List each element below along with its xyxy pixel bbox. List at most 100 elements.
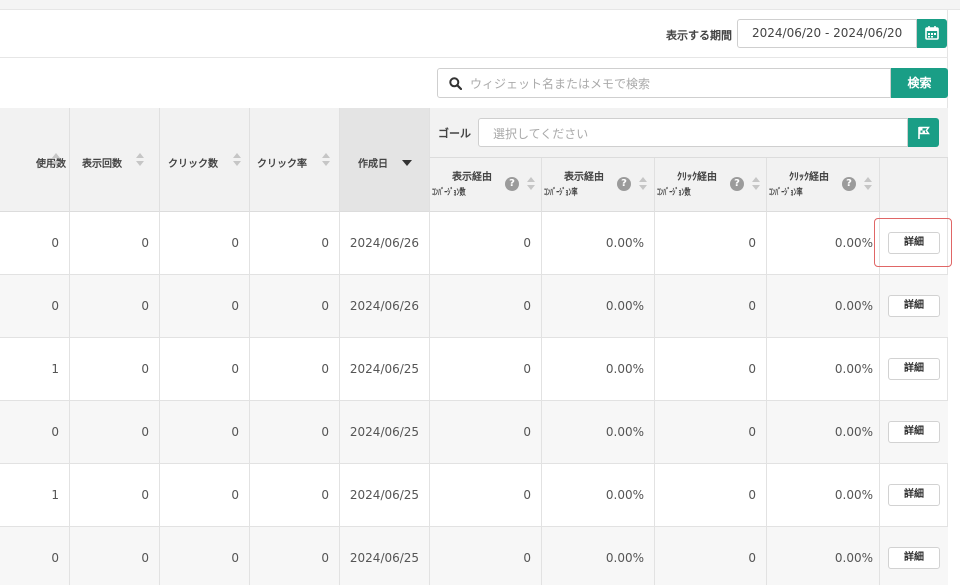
detail-button[interactable]: 詳細 bbox=[888, 421, 940, 443]
sort-icon bbox=[233, 153, 241, 167]
period-calendar-button[interactable] bbox=[917, 19, 947, 48]
detail-button[interactable]: 詳細 bbox=[888, 295, 940, 317]
cell-created: 2024/06/25 bbox=[340, 401, 430, 463]
cell-view-conversion-rate: 0.00% bbox=[542, 275, 655, 337]
cell-actions: 詳細 bbox=[880, 275, 948, 337]
cell-ctr: 0 bbox=[250, 212, 340, 274]
cell-click-conversion-count: 0 bbox=[655, 401, 767, 463]
column-label-line2: ｺﾝﾊﾞｰｼﾞｮﾝ数 bbox=[432, 188, 466, 198]
cell-view-conversion-rate: 0.00% bbox=[542, 338, 655, 400]
cell-clicks: 0 bbox=[160, 527, 250, 585]
cell-ctr: 0 bbox=[250, 527, 340, 585]
cell-actions: 詳細 bbox=[880, 464, 948, 526]
cell-ctr: 0 bbox=[250, 401, 340, 463]
column-header-actions bbox=[880, 158, 948, 212]
cell-ctr: 0 bbox=[250, 464, 340, 526]
cell-click-conversion-count: 0 bbox=[655, 464, 767, 526]
column-header-ctr[interactable]: クリック率 bbox=[250, 108, 340, 212]
sort-icon bbox=[527, 177, 535, 191]
cell-view-conversion-rate: 0.00% bbox=[542, 401, 655, 463]
help-icon[interactable]: ? bbox=[505, 177, 519, 191]
search-icon bbox=[449, 77, 462, 90]
column-label-line1: 表示経由 bbox=[452, 172, 492, 183]
table-row: 0 0 0 0 2024/06/25 0 0.00% 0 0.00% 詳細 bbox=[0, 527, 948, 585]
cell-click-conversion-rate: 0.00% bbox=[767, 212, 880, 274]
cell-created: 2024/06/25 bbox=[340, 338, 430, 400]
column-header-click-conversion-rate[interactable]: ｸﾘｯｸ経由 ｺﾝﾊﾞｰｼﾞｮﾝ率 ? bbox=[767, 158, 880, 212]
search-placeholder: ウィジェット名またはメモで検索 bbox=[470, 77, 651, 91]
cell-click-conversion-rate: 0.00% bbox=[767, 401, 880, 463]
help-icon[interactable]: ? bbox=[617, 177, 631, 191]
column-label-clicks: クリック数 bbox=[168, 159, 218, 170]
cell-impressions: 0 bbox=[70, 275, 160, 337]
cell-impressions: 0 bbox=[70, 464, 160, 526]
column-label-ctr: クリック率 bbox=[257, 159, 307, 170]
sort-icon bbox=[136, 153, 144, 167]
table-row: 0 0 0 0 2024/06/26 0 0.00% 0 0.00% 詳細 bbox=[0, 275, 948, 338]
sort-icon bbox=[52, 153, 60, 167]
period-filter-row: 表示する期間 2024/06/20 - 2024/06/20 bbox=[0, 10, 948, 58]
cell-usage: 0 bbox=[0, 401, 70, 463]
cell-view-conversion-count: 0 bbox=[430, 464, 542, 526]
cell-view-conversion-rate: 0.00% bbox=[542, 212, 655, 274]
calendar-icon bbox=[925, 26, 939, 40]
detail-button[interactable]: 詳細 bbox=[888, 358, 940, 380]
cell-view-conversion-count: 0 bbox=[430, 212, 542, 274]
cell-actions: 詳細 bbox=[880, 401, 948, 463]
cell-click-conversion-count: 0 bbox=[655, 527, 767, 585]
highlight-box bbox=[874, 218, 952, 267]
cell-actions: 詳細 bbox=[880, 338, 948, 400]
detail-button[interactable]: 詳細 bbox=[888, 547, 940, 569]
cell-view-conversion-count: 0 bbox=[430, 401, 542, 463]
flag-icon bbox=[918, 126, 930, 139]
cell-ctr: 0 bbox=[250, 275, 340, 337]
goal-filter: ゴール 選択してください bbox=[430, 108, 948, 158]
cell-impressions: 0 bbox=[70, 338, 160, 400]
widget-search-input[interactable]: ウィジェット名またはメモで検索 bbox=[437, 68, 891, 98]
cell-view-conversion-count: 0 bbox=[430, 338, 542, 400]
column-label-impressions: 表示回数 bbox=[82, 159, 122, 170]
search-button[interactable]: 検索 bbox=[891, 68, 948, 98]
sort-icon bbox=[752, 177, 760, 191]
sort-icon bbox=[322, 153, 330, 167]
cell-view-conversion-rate: 0.00% bbox=[542, 527, 655, 585]
help-icon[interactable]: ? bbox=[730, 177, 744, 191]
column-label-created: 作成日 bbox=[358, 159, 388, 170]
cell-view-conversion-count: 0 bbox=[430, 527, 542, 585]
detail-button[interactable]: 詳細 bbox=[888, 484, 940, 506]
table-row: 0 0 0 0 2024/06/26 0 0.00% 0 0.00% 詳細 bbox=[0, 212, 948, 275]
cell-view-conversion-count: 0 bbox=[430, 275, 542, 337]
cell-click-conversion-rate: 0.00% bbox=[767, 527, 880, 585]
cell-clicks: 0 bbox=[160, 212, 250, 274]
cell-usage: 1 bbox=[0, 338, 70, 400]
cell-click-conversion-count: 0 bbox=[655, 338, 767, 400]
column-header-usage[interactable]: 使用数 bbox=[0, 108, 70, 212]
sort-descending-icon bbox=[402, 160, 412, 166]
goal-flag-button[interactable] bbox=[908, 118, 939, 147]
cell-usage: 0 bbox=[0, 275, 70, 337]
help-icon[interactable]: ? bbox=[842, 177, 856, 191]
column-header-view-conversion-rate[interactable]: 表示経由 ｺﾝﾊﾞｰｼﾞｮﾝ率 ? bbox=[542, 158, 655, 212]
cell-actions: 詳細 bbox=[880, 527, 948, 585]
table-row: 1 0 0 0 2024/06/25 0 0.00% 0 0.00% 詳細 bbox=[0, 464, 948, 527]
cell-ctr: 0 bbox=[250, 338, 340, 400]
cell-click-conversion-rate: 0.00% bbox=[767, 275, 880, 337]
column-header-created[interactable]: 作成日 bbox=[340, 108, 430, 212]
column-header-impressions[interactable]: 表示回数 bbox=[70, 108, 160, 212]
column-label-usage: 使用数 bbox=[36, 159, 66, 170]
column-header-clicks[interactable]: クリック数 bbox=[160, 108, 250, 212]
cell-impressions: 0 bbox=[70, 401, 160, 463]
top-bar bbox=[0, 0, 960, 10]
column-label-line2: ｺﾝﾊﾞｰｼﾞｮﾝ率 bbox=[769, 188, 803, 198]
cell-usage: 0 bbox=[0, 212, 70, 274]
cell-click-conversion-count: 0 bbox=[655, 275, 767, 337]
column-label-line2: ｺﾝﾊﾞｰｼﾞｮﾝ数 bbox=[657, 188, 691, 198]
sort-icon bbox=[864, 177, 872, 191]
column-header-click-conversion-count[interactable]: ｸﾘｯｸ経由 ｺﾝﾊﾞｰｼﾞｮﾝ数 ? bbox=[655, 158, 767, 212]
period-date-range-input[interactable]: 2024/06/20 - 2024/06/20 bbox=[737, 19, 917, 48]
column-label-line1: 表示経由 bbox=[564, 172, 604, 183]
column-header-view-conversion-count[interactable]: 表示経由 ｺﾝﾊﾞｰｼﾞｮﾝ数 ? bbox=[430, 158, 542, 212]
cell-created: 2024/06/25 bbox=[340, 464, 430, 526]
goal-select[interactable]: 選択してください bbox=[478, 118, 908, 147]
sort-icon bbox=[639, 177, 647, 191]
